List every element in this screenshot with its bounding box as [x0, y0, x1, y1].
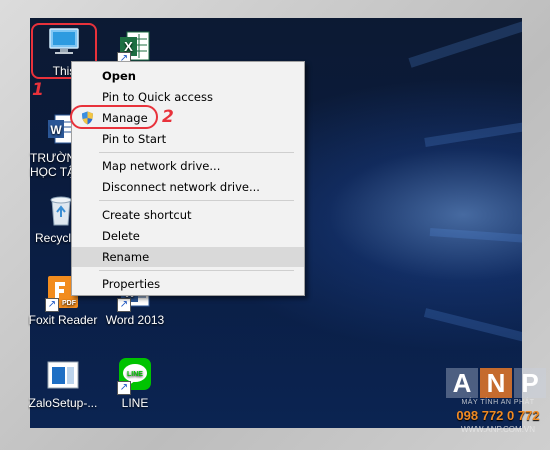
- anp-tagline: MÁY TÍNH AN PHÁT: [461, 399, 535, 406]
- menu-item-delete[interactable]: Delete: [72, 226, 304, 246]
- desktop-icon-zalo-setup[interactable]: ZaloSetup-...: [28, 357, 98, 410]
- desktop-icon-excel[interactable]: X ↗: [100, 28, 170, 66]
- svg-text:PDF: PDF: [62, 300, 77, 307]
- step-1-annotation: 1: [32, 80, 44, 100]
- menu-separator: [99, 200, 294, 201]
- shortcut-arrow-icon: ↗: [117, 381, 131, 395]
- menu-item-open[interactable]: Open: [72, 66, 304, 86]
- menu-separator: [99, 152, 294, 153]
- anp-phone: 098 772 0 772: [456, 408, 540, 423]
- anp-letter-n: N: [480, 368, 512, 398]
- svg-text:LINE: LINE: [127, 371, 143, 378]
- menu-item-create-shortcut[interactable]: Create shortcut: [72, 205, 304, 225]
- anp-letter-p: P: [514, 368, 546, 398]
- svg-text:W: W: [50, 123, 62, 137]
- menu-item-map-network-drive[interactable]: Map network drive...: [72, 156, 304, 176]
- menu-item-pin-quick-access[interactable]: Pin to Quick access: [72, 87, 304, 107]
- zalo-setup-icon: [45, 357, 81, 393]
- shortcut-arrow-icon: ↗: [45, 298, 59, 312]
- line-app-icon: LINE ↗: [117, 357, 153, 395]
- menu-separator: [99, 270, 294, 271]
- light-ray: [408, 18, 522, 68]
- step-2-annotation: 2: [162, 107, 174, 127]
- light-ray: [423, 308, 522, 351]
- anp-website: WWW.ANP.COM.VN: [460, 425, 536, 434]
- excel-icon: X ↗: [117, 28, 153, 66]
- light-ray: [424, 116, 522, 147]
- menu-item-pin-start[interactable]: Pin to Start: [72, 129, 304, 149]
- manage-highlight-annotation: [70, 105, 158, 129]
- desktop-icon-label: Foxit Reader: [28, 313, 98, 327]
- context-menu: Open Pin to Quick access Manage Pin to S…: [71, 61, 305, 296]
- desktop-icon-label: Word 2013: [105, 313, 165, 327]
- desktop-icon-label: ZaloSetup-...: [28, 396, 98, 410]
- anp-letter-a: A: [446, 368, 478, 398]
- light-ray: [429, 228, 522, 246]
- menu-item-rename[interactable]: Rename: [72, 247, 304, 267]
- desktop-icon-line[interactable]: LINE ↗ LINE: [100, 357, 170, 410]
- anp-watermark: A N P MÁY TÍNH AN PHÁT 098 772 0 772 WWW…: [446, 368, 550, 448]
- menu-item-properties[interactable]: Properties: [72, 274, 304, 294]
- shortcut-arrow-icon: ↗: [117, 298, 131, 312]
- menu-item-disconnect-network-drive[interactable]: Disconnect network drive...: [72, 177, 304, 197]
- desktop-icon-label: LINE: [121, 396, 149, 410]
